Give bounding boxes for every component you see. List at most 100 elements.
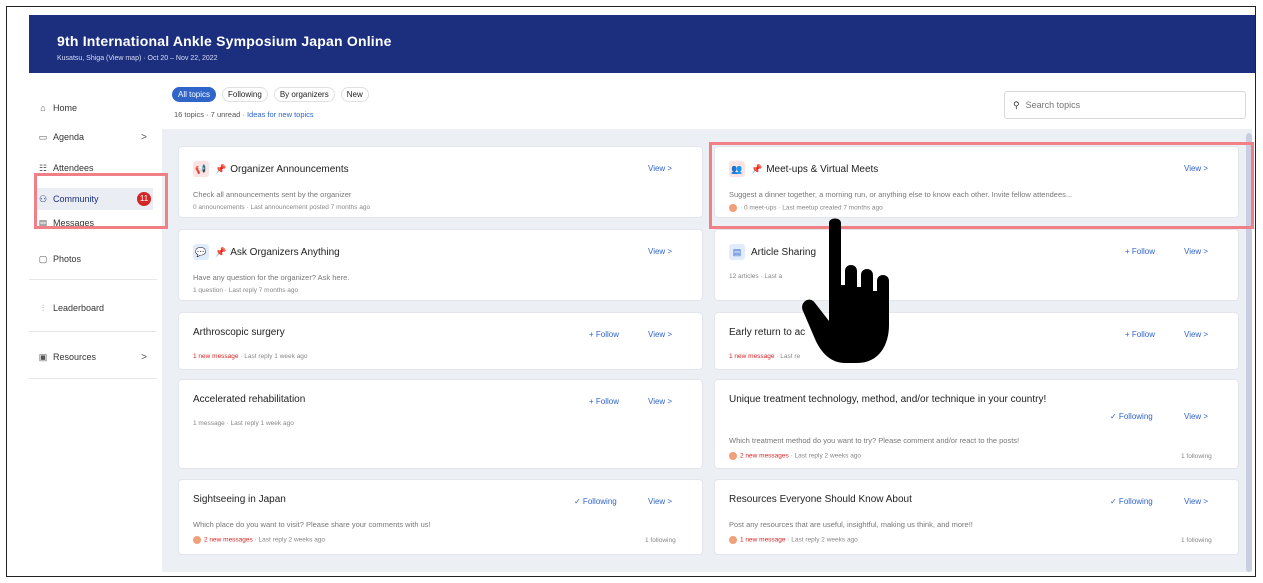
following-button[interactable]: ✓ Following: [1110, 497, 1153, 506]
follow-button[interactable]: + Follow: [1125, 330, 1155, 339]
avatar: [729, 452, 737, 460]
search-box[interactable]: ⚲: [1004, 91, 1246, 119]
card-title: Sightseeing in Japan: [193, 494, 286, 505]
sidebar-item-resources[interactable]: ▣ Resources >: [37, 346, 153, 368]
card-title: Arthroscopic surgery: [193, 327, 285, 338]
new-message-count: 2 new messages: [740, 452, 789, 460]
view-button[interactable]: View >: [648, 497, 672, 506]
photo-icon: ▢: [38, 253, 48, 264]
follow-button[interactable]: + Follow: [1125, 247, 1155, 256]
view-button[interactable]: View >: [648, 247, 672, 256]
topic-card-organizer-announcements[interactable]: 📢 📌 Organizer Announcements Check all an…: [179, 147, 702, 217]
card-meta: 1 new message · Last re: [729, 353, 800, 360]
follower-count: 1 following: [1181, 537, 1212, 544]
sidebar-item-label: Resources: [53, 352, 97, 362]
avatar: [729, 536, 737, 544]
card-meta: 1 new message · Last reply 1 week ago: [193, 353, 308, 360]
search-input[interactable]: [1023, 99, 1228, 111]
sidebar-item-home[interactable]: ⌂ Home: [37, 97, 153, 119]
sidebar-item-agenda[interactable]: ▭ Agenda >: [37, 126, 153, 148]
pin-icon: 📌: [215, 246, 227, 257]
sidebar-divider: [29, 378, 157, 379]
card-meta: 1 message · Last reply 1 week ago: [193, 420, 294, 427]
card-title: Organizer Announcements: [230, 163, 349, 175]
highlight-community: [34, 173, 168, 229]
sidebar-divider: [29, 331, 157, 332]
card-meta-text: · Last reply 2 weeks ago: [785, 536, 858, 544]
card-meta: 1 question · Last reply 7 months ago: [193, 287, 299, 294]
card-title: Early return to ac: [729, 327, 806, 338]
card-meta: 0 announcements · Last announcement post…: [193, 204, 371, 211]
search-icon: ⚲: [1013, 99, 1020, 110]
topic-card-resources[interactable]: Resources Everyone Should Know About ✓ F…: [715, 480, 1238, 554]
new-message-count: 2 new messages: [204, 536, 253, 544]
article-icon: ▤: [729, 244, 745, 260]
hand-pointer-icon: [802, 218, 889, 363]
sidebar-item-label: Home: [53, 103, 78, 113]
topics-count: 16 topics · 7 unread ·: [174, 110, 245, 119]
ideas-link[interactable]: Ideas for new topics: [247, 110, 314, 119]
topic-card-early-return[interactable]: Early return to ac 1 new message · Last …: [715, 313, 1238, 369]
following-button[interactable]: ✓ Following: [1110, 412, 1153, 421]
topic-card-ask-organizers[interactable]: 💬 📌 Ask Organizers Anything Have any que…: [179, 230, 702, 300]
card-meta: 12 articles · Last a: [729, 273, 783, 280]
view-button[interactable]: View >: [648, 397, 672, 406]
highlight-meetups: [709, 142, 1254, 229]
card-title-row: 📢 📌 Organizer Announcements: [193, 161, 349, 177]
view-button[interactable]: View >: [648, 164, 672, 173]
card-title: Accelerated rehabilitation: [193, 394, 306, 405]
view-button[interactable]: View >: [1184, 247, 1208, 256]
people-icon: ☷: [38, 162, 48, 173]
view-button[interactable]: View >: [1184, 412, 1208, 421]
card-title: Resources Everyone Should Know About: [729, 494, 912, 505]
tab-by-organizers[interactable]: By organizers: [273, 87, 335, 102]
follow-button[interactable]: + Follow: [589, 330, 619, 339]
topic-card-unique-treatment[interactable]: Unique treatment technology, method, and…: [715, 380, 1238, 468]
card-title: Unique treatment technology, method, and…: [729, 394, 1047, 405]
following-button[interactable]: ✓ Following: [574, 497, 617, 506]
event-title: 9th International Ankle Symposium Japan …: [57, 33, 392, 49]
card-meta-text: · Last reply 2 weeks ago: [252, 536, 326, 544]
sidebar-divider: [29, 279, 157, 280]
sidebar-item-leaderboard[interactable]: ⫶ Leaderboard: [37, 297, 153, 319]
folder-icon: ▣: [38, 351, 48, 362]
chevron-right-icon: >: [141, 351, 147, 363]
megaphone-icon: 📢: [193, 161, 209, 177]
new-message-count: 1 new message: [729, 353, 775, 360]
card-description: Which treatment method do you want to tr…: [729, 436, 1020, 445]
topic-card-sightseeing[interactable]: Sightseeing in Japan ✓ Following View > …: [179, 480, 702, 554]
calendar-icon: ▭: [38, 131, 48, 142]
view-button[interactable]: View >: [1184, 497, 1208, 506]
new-message-count: 1 new message: [740, 536, 786, 544]
card-meta-text: · Last reply 1 week ago: [238, 353, 308, 360]
sidebar-item-label: Attendees: [53, 163, 94, 173]
topic-card-accelerated-rehabilitation[interactable]: Accelerated rehabilitation 1 message · L…: [179, 380, 702, 468]
chevron-right-icon: >: [141, 131, 147, 143]
app-window: 9th International Ankle Symposium Japan …: [29, 15, 1255, 572]
new-message-count: 1 new message: [193, 353, 239, 360]
view-button[interactable]: View >: [1184, 330, 1208, 339]
topic-card-arthroscopic-surgery[interactable]: Arthroscopic surgery 1 new message · Las…: [179, 313, 702, 369]
tab-new[interactable]: New: [340, 87, 369, 102]
view-button[interactable]: View >: [648, 330, 672, 339]
chat-icon: 💬: [193, 244, 209, 260]
card-description: Have any question for the organizer? Ask…: [193, 273, 350, 282]
sidebar-item-photos[interactable]: ▢ Photos: [37, 248, 153, 270]
topic-filter-tabs: All topics Following By organizers New: [172, 87, 369, 102]
card-meta: 2 new messages · Last reply 2 weeks ago: [729, 452, 861, 460]
card-meta-text: · Last re: [774, 353, 801, 360]
tab-all-topics[interactable]: All topics: [172, 87, 217, 102]
card-title-row: 💬 📌 Ask Organizers Anything: [193, 244, 340, 260]
leaderboard-icon: ⫶: [41, 302, 45, 313]
card-meta: 1 new message · Last reply 2 weeks ago: [729, 536, 858, 544]
follower-count: 1 following: [1181, 453, 1212, 460]
card-description: Check all announcements sent by the orga…: [193, 190, 352, 199]
tab-following[interactable]: Following: [222, 87, 268, 102]
home-icon: ⌂: [40, 103, 46, 113]
pin-icon: 📌: [215, 163, 227, 174]
follower-count: 1 following: [645, 537, 676, 544]
screenshot-frame: 9th International Ankle Symposium Japan …: [6, 6, 1256, 577]
follow-button[interactable]: + Follow: [589, 397, 619, 406]
sidebar-item-label: Leaderboard: [53, 303, 105, 313]
topic-card-article-sharing[interactable]: ▤ Article Sharing 12 articles · Last a +…: [715, 230, 1238, 300]
